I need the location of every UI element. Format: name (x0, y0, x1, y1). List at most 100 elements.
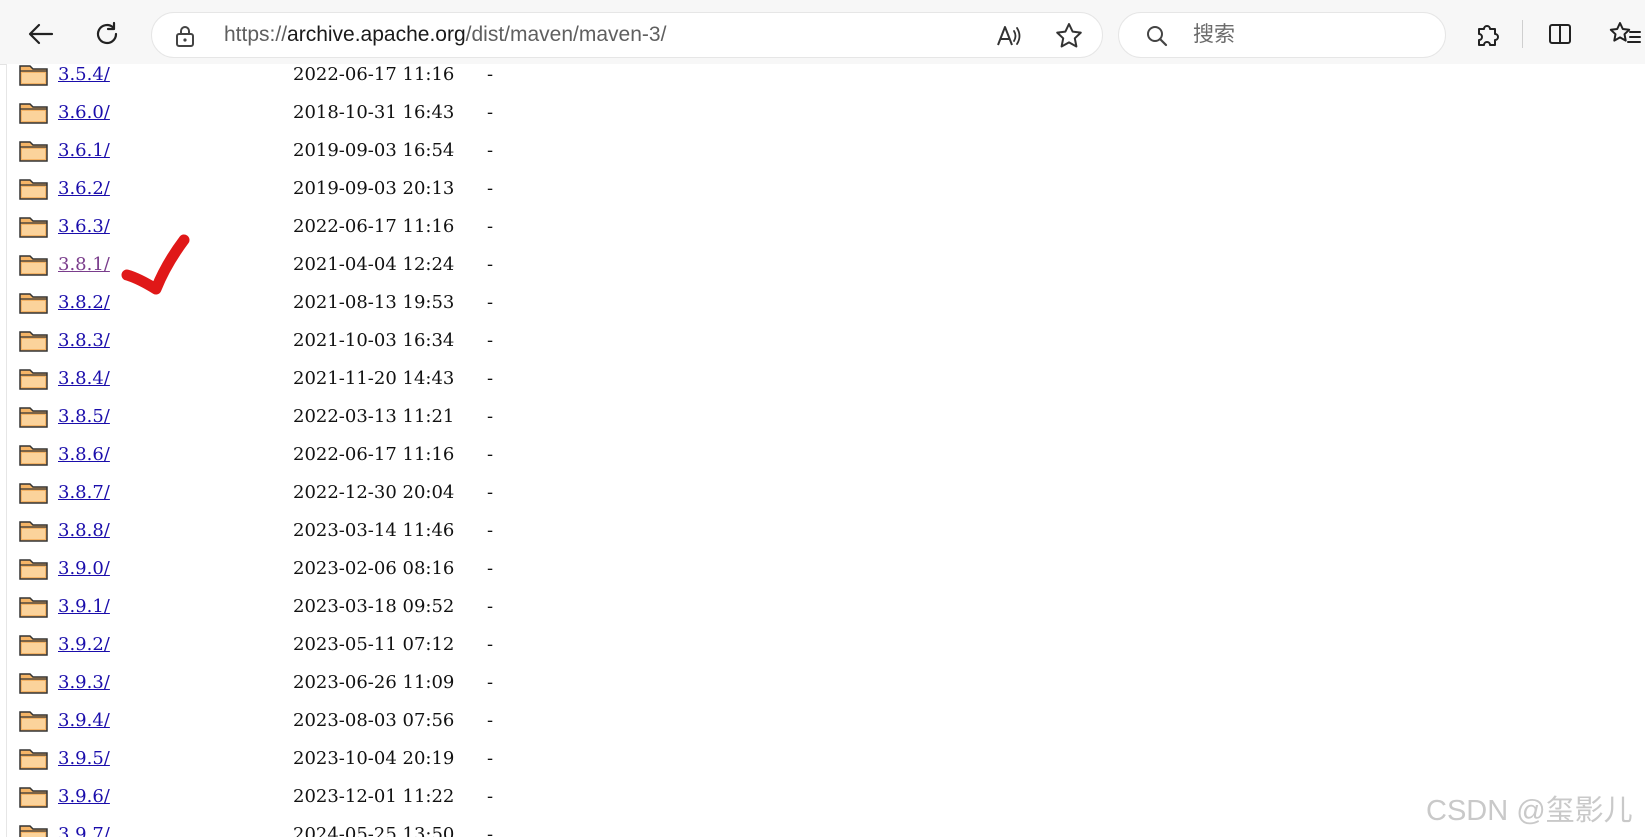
split-screen-button[interactable] (1540, 14, 1580, 54)
list-item: 3.6.1/2019-09-03 16:54 - (7, 136, 607, 174)
folder-icon (19, 825, 48, 837)
list-item: 3.6.0/2018-10-31 16:43 - (7, 98, 607, 136)
directory-link[interactable]: 3.8.7/ (58, 482, 110, 503)
list-item: 3.8.1/2021-04-04 12:24 - (7, 250, 607, 288)
modified-date: 2022-06-17 11:16 (293, 444, 455, 465)
modified-date: 2019-09-03 16:54 (293, 140, 455, 161)
folder-icon (19, 483, 48, 504)
modified-date: 2021-11-20 14:43 (293, 368, 455, 389)
url-text[interactable]: https://archive.apache.org/dist/maven/ma… (224, 13, 666, 57)
file-size: - (487, 254, 494, 275)
directory-link[interactable]: 3.6.3/ (58, 216, 110, 237)
modified-date: 2021-10-03 16:34 (293, 330, 455, 351)
directory-link[interactable]: 3.8.5/ (58, 406, 110, 427)
folder-icon (19, 331, 48, 352)
modified-date: 2022-03-13 11:21 (293, 406, 455, 427)
folder-icon (19, 749, 48, 770)
directory-link[interactable]: 3.8.2/ (58, 292, 110, 313)
list-item: 3.8.4/2021-11-20 14:43 - (7, 364, 607, 402)
refresh-button[interactable] (87, 14, 127, 54)
directory-link[interactable]: 3.6.0/ (58, 102, 110, 123)
arrow-left-icon (28, 23, 54, 45)
directory-link[interactable]: 3.8.6/ (58, 444, 110, 465)
file-size: - (487, 558, 494, 579)
directory-link[interactable]: 3.8.3/ (58, 330, 110, 351)
list-item: 3.9.6/2023-12-01 11:22 - (7, 782, 607, 820)
folder-icon (19, 711, 48, 732)
list-item: 3.9.1/2023-03-18 09:52 - (7, 592, 607, 630)
modified-date: 2021-04-04 12:24 (293, 254, 455, 275)
folder-icon (19, 445, 48, 466)
search-box[interactable]: 搜索 (1118, 12, 1446, 58)
puzzle-icon (1478, 25, 1499, 46)
file-size: - (487, 178, 494, 199)
folder-icon (19, 635, 48, 656)
list-item: 3.8.6/2022-06-17 11:16 - (7, 440, 607, 478)
list-item: 3.8.3/2021-10-03 16:34 - (7, 326, 607, 364)
modified-date: 2019-09-03 20:13 (293, 178, 455, 199)
list-item: 3.9.7/2024-05-25 13:50 - (7, 820, 607, 837)
file-size: - (487, 406, 494, 427)
list-item: 3.8.8/2023-03-14 11:46 - (7, 516, 607, 554)
star-icon (1056, 23, 1082, 48)
list-item: 3.5.4/2022-06-17 11:16 - (7, 64, 607, 98)
directory-link[interactable]: 3.8.8/ (58, 520, 110, 541)
red-checkmark-annotation (121, 234, 190, 295)
read-aloud-icon (997, 26, 1021, 46)
modified-date: 2023-03-18 09:52 (293, 596, 455, 617)
directory-link[interactable]: 3.6.2/ (58, 178, 110, 199)
file-size: - (487, 482, 494, 503)
directory-link[interactable]: 3.9.6/ (58, 786, 110, 807)
directory-link[interactable]: 3.9.5/ (58, 748, 110, 769)
folder-icon (19, 65, 48, 86)
directory-link[interactable]: 3.9.1/ (58, 596, 110, 617)
search-icon (1147, 26, 1168, 47)
directory-link[interactable]: 3.9.3/ (58, 672, 110, 693)
directory-link[interactable]: 3.5.4/ (58, 64, 110, 85)
file-size: - (487, 748, 494, 769)
directory-link[interactable]: 3.8.4/ (58, 368, 110, 389)
list-item: 3.9.3/2023-06-26 11:09 - (7, 668, 607, 706)
modified-date: 2023-02-06 08:16 (293, 558, 455, 579)
browser-toolbar: https://archive.apache.org/dist/maven/ma… (0, 0, 1645, 65)
list-item: 3.9.5/2023-10-04 20:19 - (7, 744, 607, 782)
file-size: - (487, 64, 494, 85)
file-size: - (487, 520, 494, 541)
address-bar[interactable]: https://archive.apache.org/dist/maven/ma… (151, 12, 1103, 58)
directory-link[interactable]: 3.9.2/ (58, 634, 110, 655)
directory-link[interactable]: 3.9.4/ (58, 710, 110, 731)
list-item: 3.6.2/2019-09-03 20:13 - (7, 174, 607, 212)
modified-date: 2023-05-11 07:12 (293, 634, 455, 655)
file-size: - (487, 292, 494, 313)
favorites-button[interactable] (1605, 14, 1645, 54)
directory-link[interactable]: 3.6.1/ (58, 140, 110, 161)
folder-icon (19, 103, 48, 124)
directory-link[interactable]: 3.9.0/ (58, 558, 110, 579)
folder-icon (19, 407, 48, 428)
folder-icon (19, 673, 48, 694)
file-size: - (487, 786, 494, 807)
folder-icon (19, 217, 48, 238)
list-item: 3.6.3/2022-06-17 11:16 - (7, 212, 607, 250)
read-aloud-button[interactable] (994, 21, 1024, 51)
extensions-button[interactable] (1468, 14, 1508, 54)
list-item: 3.9.0/2023-02-06 08:16 - (7, 554, 607, 592)
file-size: - (487, 710, 494, 731)
favorite-button[interactable] (1054, 21, 1084, 51)
list-item: 3.8.5/2022-03-13 11:21 - (7, 402, 607, 440)
modified-date: 2022-06-17 11:16 (293, 216, 455, 237)
lock-icon (176, 26, 194, 47)
url-host: archive.apache.org (287, 23, 466, 46)
folder-icon (19, 369, 48, 390)
directory-link[interactable]: 3.9.7/ (58, 824, 110, 837)
directory-link[interactable]: 3.8.1/ (58, 254, 110, 275)
directory-listing: 3.5.4/2022-06-17 11:16-3.6.0/2018-10-31 … (6, 64, 1645, 837)
folder-icon (19, 141, 48, 162)
file-size: - (487, 330, 494, 351)
back-button[interactable] (21, 14, 61, 54)
modified-date: 2023-03-14 11:46 (293, 520, 455, 541)
folder-icon (19, 255, 48, 276)
folder-icon (19, 521, 48, 542)
file-size: - (487, 102, 494, 123)
list-item: 3.9.4/2023-08-03 07:56 - (7, 706, 607, 744)
